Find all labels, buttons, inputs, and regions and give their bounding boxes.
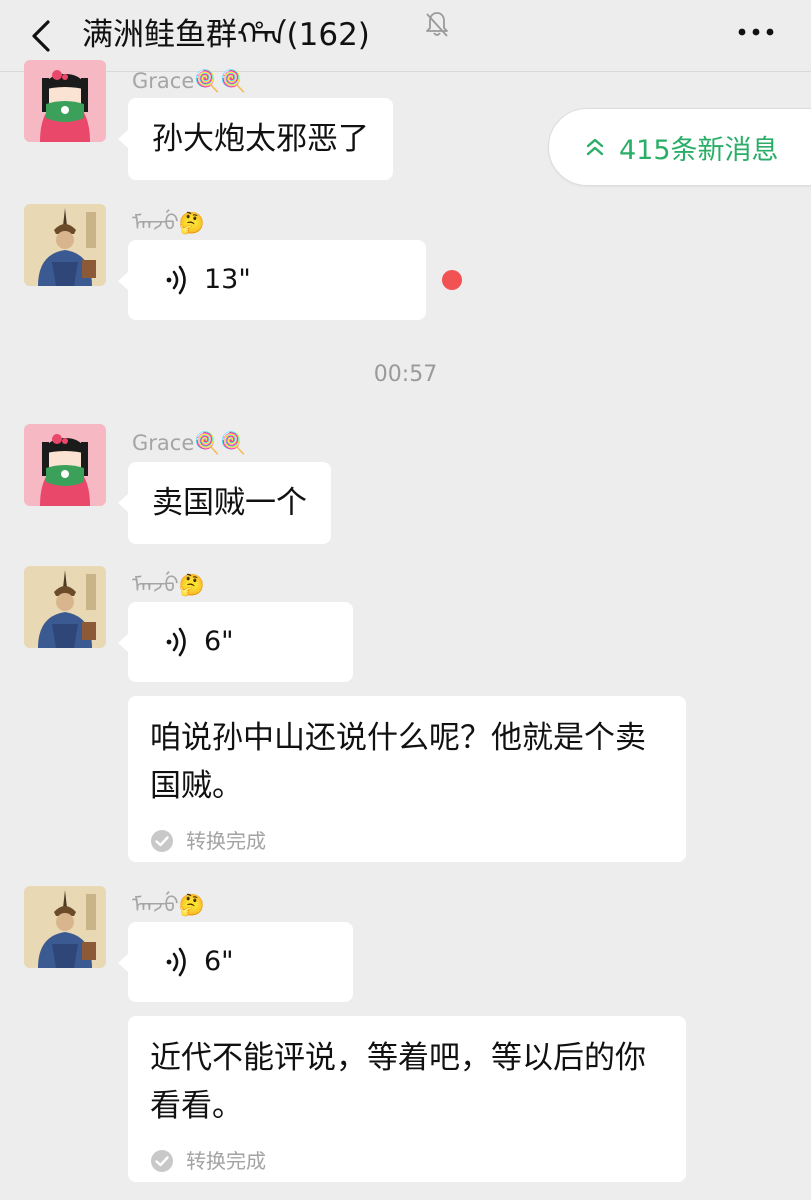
conversion-status-label: 转换完成: [186, 1149, 266, 1173]
sender-name: Grace🍭🍭: [132, 431, 247, 455]
voice-message-bubble[interactable]: 6": [118, 922, 353, 1002]
back-button[interactable]: [28, 14, 58, 58]
converted-text: 咱说孙中山还说什么呢？他就是个卖国贼。: [150, 720, 646, 804]
avatar-grace[interactable]: [24, 60, 106, 142]
chat-title: 满洲鲑鱼群ᡥᠠᠨ(162): [82, 17, 370, 53]
sender-name: ᠮᠠᠨᠵᡠ🤔: [132, 893, 205, 917]
voice-wave-icon: [166, 947, 186, 977]
voice-message-bubble[interactable]: 13": [118, 240, 426, 320]
voice-wave-icon: [166, 627, 186, 657]
message-bubble[interactable]: 卖国贼一个: [118, 462, 331, 544]
voice-to-text-bubble[interactable]: 近代不能评说，等着吧，等以后的你看看。 转换完成: [128, 1016, 686, 1182]
avatar-manju[interactable]: [24, 566, 106, 648]
voice-message-bubble[interactable]: 6": [118, 602, 353, 682]
sender-name: ᠮᠠᠨᠵᡠ🤔: [132, 211, 205, 235]
more-options-button[interactable]: [736, 22, 776, 42]
avatar-grace[interactable]: [24, 424, 106, 506]
new-messages-label: 415条新消息: [619, 134, 779, 166]
chat-header: 满洲鲑鱼群ᡥᠠᠨ(162): [0, 0, 811, 72]
back-arrow-icon: [32, 20, 50, 52]
message-text: 卖国贼一个: [152, 485, 307, 521]
check-circle-icon: [151, 1150, 173, 1172]
mute-bell-icon: [424, 10, 450, 38]
check-circle-icon: [151, 830, 173, 852]
converted-text: 近代不能评说，等着吧，等以后的你看看。: [150, 1040, 646, 1124]
timestamp: 00:57: [373, 362, 438, 387]
message-bubble[interactable]: 孙大炮太邪恶了: [118, 98, 393, 180]
voice-duration: 13": [204, 264, 251, 295]
sender-name: Grace🍭🍭: [132, 69, 247, 93]
avatar-manju[interactable]: [24, 204, 106, 286]
message-text: 孙大炮太邪恶了: [152, 121, 369, 157]
voice-duration: 6": [204, 626, 234, 657]
avatar-manju[interactable]: [24, 886, 106, 968]
voice-duration: 6": [204, 946, 234, 977]
double-chevron-up-icon: [586, 138, 604, 156]
new-messages-button[interactable]: 415条新消息: [548, 108, 811, 186]
conversion-status: 转换完成: [150, 1138, 664, 1184]
conversion-status: 转换完成: [150, 818, 664, 864]
conversion-status-label: 转换完成: [186, 829, 266, 853]
more-icon: [738, 28, 774, 36]
unread-dot: [442, 270, 462, 290]
voice-wave-icon: [166, 265, 186, 295]
sender-name: ᠮᠠᠨᠵᡠ🤔: [132, 573, 205, 597]
voice-to-text-bubble[interactable]: 咱说孙中山还说什么呢？他就是个卖国贼。 转换完成: [128, 696, 686, 862]
